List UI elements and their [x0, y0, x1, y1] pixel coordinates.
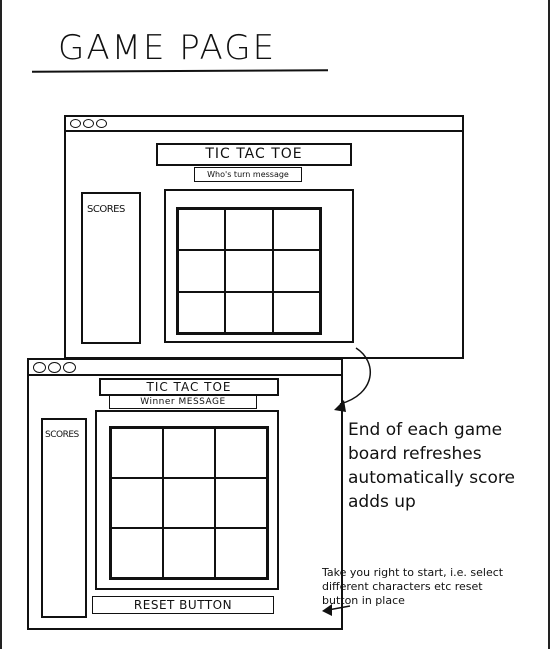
board-cell[interactable]: [225, 209, 273, 251]
game-window-in-play: TIC TAC TOE Who's turn message SCORES: [64, 115, 464, 359]
game-heading: TIC TAC TOE: [156, 143, 352, 166]
reset-button[interactable]: RESET BUTTON: [92, 596, 274, 614]
board-cell[interactable]: [178, 250, 226, 292]
board-cell[interactable]: [111, 528, 163, 578]
board-cell[interactable]: [111, 428, 163, 478]
scores-panel: SCORES: [81, 192, 141, 344]
window-controls: [33, 362, 76, 373]
note-end-of-game: End of each game board refreshes automat…: [348, 420, 515, 512]
game-board: [176, 207, 322, 335]
game-window-end: TIC TAC TOE Winner MESSAGE SCORES: [27, 358, 343, 630]
scores-label: SCORES: [87, 204, 125, 215]
window-dot-icon[interactable]: [96, 119, 107, 128]
game-board: [109, 426, 269, 580]
note-reset-button: Take you right to start, i.e. select dif…: [322, 566, 504, 607]
window-dot-icon[interactable]: [48, 362, 61, 373]
window-dot-icon[interactable]: [33, 362, 46, 373]
board-cell[interactable]: [163, 478, 215, 528]
turn-message: Who's turn message: [194, 167, 302, 182]
board-cell[interactable]: [272, 250, 320, 292]
board-cell[interactable]: [163, 428, 215, 478]
board-cell[interactable]: [178, 209, 226, 251]
window-controls: [70, 119, 107, 128]
board-cell[interactable]: [215, 428, 267, 478]
winner-message: Winner MESSAGE: [109, 395, 257, 409]
board-cell[interactable]: [111, 478, 163, 528]
board-cell[interactable]: [163, 528, 215, 578]
window-title-bar: [66, 130, 462, 132]
window-title-bar: [29, 374, 341, 376]
board-cell[interactable]: [272, 291, 320, 333]
window-dot-icon[interactable]: [70, 119, 81, 128]
board-cell[interactable]: [225, 250, 273, 292]
board-cell[interactable]: [225, 291, 273, 333]
wireframe-page: GAME PAGE TIC TAC TOE Who's turn message…: [0, 0, 550, 653]
board-cell[interactable]: [272, 209, 320, 251]
window-dot-icon[interactable]: [63, 362, 76, 373]
page-title: GAME PAGE: [58, 28, 277, 68]
board-cell[interactable]: [215, 528, 267, 578]
window-dot-icon[interactable]: [83, 119, 94, 128]
board-cell[interactable]: [215, 478, 267, 528]
game-heading: TIC TAC TOE: [99, 378, 279, 396]
scores-panel: SCORES: [41, 418, 87, 618]
board-cell[interactable]: [178, 291, 226, 333]
scores-label: SCORES: [45, 430, 79, 440]
